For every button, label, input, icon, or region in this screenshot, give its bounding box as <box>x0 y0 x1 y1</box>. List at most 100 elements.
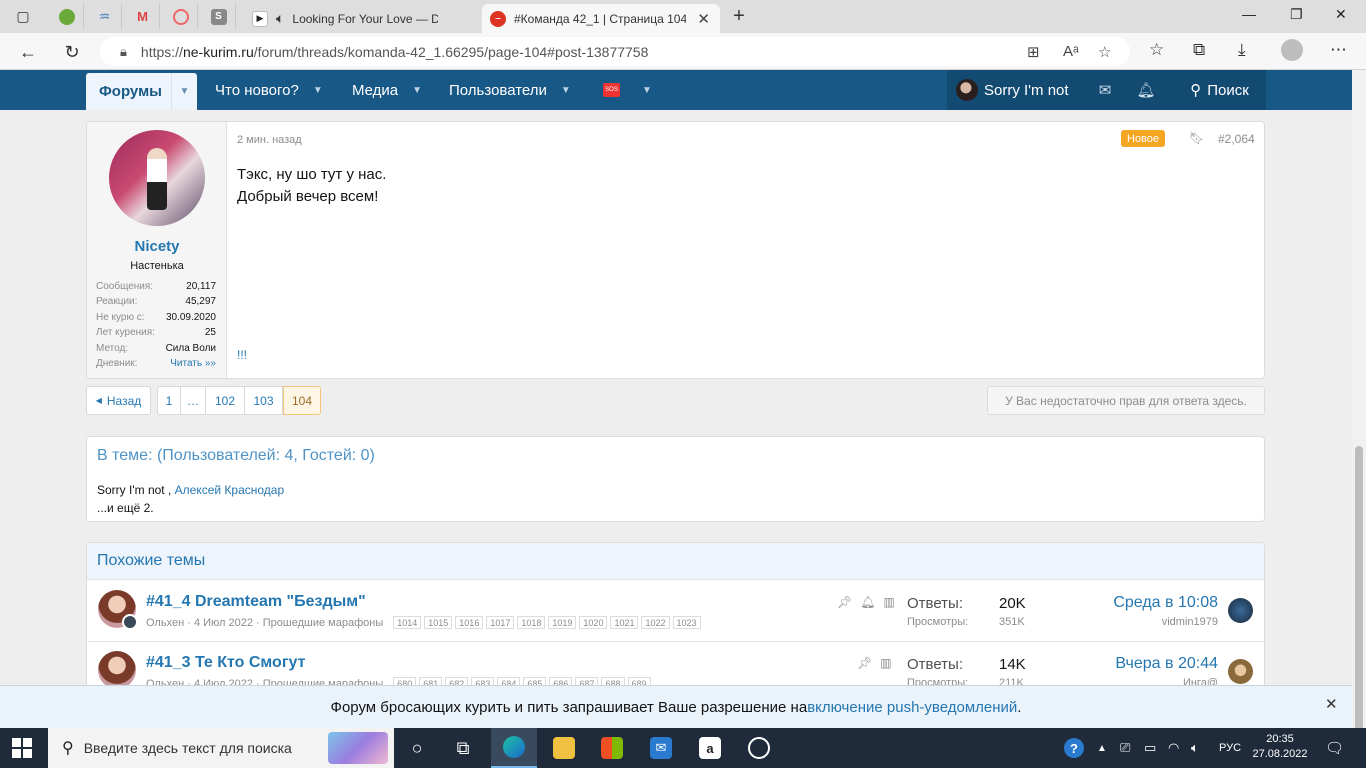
favorites-icon[interactable]: ☆ <box>1149 40 1164 60</box>
amazon-icon[interactable]: a <box>687 728 733 768</box>
taskbar-search[interactable]: ⚲ Введите здесь текст для поиска <box>48 728 394 768</box>
thread-page-link[interactable]: 1019 <box>548 616 577 629</box>
thread-page-link[interactable]: 1022 <box>641 616 670 629</box>
page-back-label: Назад <box>106 393 142 408</box>
thread-page-link[interactable]: 1014 <box>393 616 422 629</box>
thread-author-avatar[interactable] <box>98 651 136 689</box>
thread-page-link[interactable]: 1021 <box>610 616 639 629</box>
read-aloud-icon[interactable]: Aᵃ <box>1063 43 1079 60</box>
cortana-icon[interactable]: ○ <box>394 728 440 768</box>
chevron-down-icon[interactable]: ▼ <box>171 73 197 110</box>
close-notice-icon[interactable]: ✕ <box>1325 695 1338 713</box>
speaker-icon[interactable]: 🔈︎ <box>276 10 284 27</box>
thread-forum[interactable]: Прошедшие марафоны <box>263 617 383 629</box>
thread-last-user[interactable]: vidmin1979 <box>1162 616 1218 628</box>
author-avatar[interactable] <box>109 130 205 226</box>
inbox-icon[interactable]: ✉ <box>1085 70 1125 110</box>
viewer-link[interactable]: Алексей Краснодар <box>175 483 285 497</box>
page-back-button[interactable]: ◀ Назад <box>86 386 151 415</box>
thread-title[interactable]: #41_3 Те Кто Смогут <box>146 654 305 672</box>
downloads-icon[interactable]: ⤓ <box>1238 40 1246 60</box>
pinned-tab-3[interactable]: M <box>126 4 160 29</box>
minimize-icon[interactable]: — <box>1242 6 1256 22</box>
diary-link[interactable]: Читать »» <box>170 356 216 371</box>
close-window-icon[interactable]: ✕ <box>1335 6 1347 23</box>
restore-icon[interactable]: ❐ <box>1290 6 1303 23</box>
nav-search[interactable]: ⚲ Поиск <box>1173 70 1266 110</box>
tab-forum-active[interactable]: – #Команда 42_1 | Страница 104 ✕ <box>482 4 720 33</box>
battery-icon[interactable]: ▭ <box>1144 728 1156 768</box>
nav-whats-new[interactable]: Что нового? ▼ <box>215 70 323 110</box>
meet-icon[interactable]: ⎚ <box>1120 728 1130 768</box>
help-icon[interactable]: ? <box>1064 728 1084 768</box>
thread-page-link[interactable]: 1018 <box>517 616 546 629</box>
task-view-icon[interactable]: ⧉ <box>440 728 486 768</box>
back-icon[interactable]: ← <box>17 41 39 63</box>
thread-author[interactable]: Ольхен <box>146 617 184 629</box>
volume-icon[interactable]: 🔈︎ <box>1191 728 1199 768</box>
push-enable-link[interactable]: включение push-уведомлений <box>807 699 1017 716</box>
thread-page-link[interactable]: 1017 <box>486 616 515 629</box>
thread-date[interactable]: 4 Июл 2022 <box>194 617 253 629</box>
thread-title[interactable]: #41_4 Dreamteam "Бездым" <box>146 593 366 611</box>
chevron-down-icon[interactable]: ▼ <box>412 85 422 96</box>
page-link[interactable]: 1 <box>157 386 181 415</box>
file-explorer-icon[interactable] <box>541 728 587 768</box>
thread-page-link[interactable]: 1023 <box>672 616 701 629</box>
thread-page-link[interactable]: 1016 <box>455 616 484 629</box>
mail-icon[interactable]: ✉ <box>638 728 684 768</box>
page-ellipsis[interactable]: … <box>181 386 206 415</box>
nav-media[interactable]: Медиа ▼ <box>352 70 422 110</box>
thread-last-post-time[interactable]: Вчера в 20:44 <box>1115 655 1218 673</box>
apps-icon[interactable]: ⊞ <box>1027 43 1040 61</box>
bookmark-icon[interactable]: 🔖︎ <box>1189 131 1204 145</box>
author-name[interactable]: Nicety <box>87 238 227 255</box>
thread-page-link[interactable]: 1015 <box>424 616 453 629</box>
profile-avatar[interactable] <box>1281 39 1303 61</box>
windows-start-icon[interactable] <box>12 738 34 758</box>
add-favorite-icon[interactable]: ☆ <box>1098 43 1111 61</box>
last-poster-avatar[interactable] <box>1228 659 1253 684</box>
scrollbar-thumb[interactable] <box>1355 446 1363 768</box>
post-reactions-link[interactable]: !!! <box>237 348 247 362</box>
language-indicator[interactable]: РУС <box>1219 728 1241 768</box>
pinned-tab-4[interactable] <box>164 4 198 29</box>
page-link[interactable]: 103 <box>245 386 283 415</box>
viewer-link[interactable]: Sorry I'm not <box>97 483 165 497</box>
nav-forums[interactable]: Форумы ▼ <box>86 73 197 110</box>
nav-users[interactable]: Пользователи ▼ <box>449 70 571 110</box>
reload-icon[interactable]: ↻ <box>61 41 83 63</box>
pinned-tab-1[interactable] <box>50 4 84 29</box>
pinned-tab-5[interactable]: S <box>202 4 236 29</box>
chevron-up-icon[interactable]: ▲ <box>1097 728 1107 768</box>
new-tab-icon[interactable]: + <box>728 5 750 27</box>
thread-author-avatar[interactable] <box>98 590 138 630</box>
vpn-app-icon[interactable] <box>736 728 782 768</box>
notifications-icon[interactable]: 🗨︎ <box>1325 728 1344 768</box>
site-favicon-icon: – <box>490 10 506 27</box>
settings-menu-icon[interactable]: ⋯ <box>1330 40 1347 60</box>
chevron-down-icon[interactable]: ▼ <box>642 85 652 96</box>
page-scrollbar[interactable] <box>1352 70 1366 768</box>
tab-actions-icon[interactable]: ▢ <box>12 6 34 26</box>
bell-icon[interactable]: 🔔︎ <box>1126 70 1166 110</box>
store-icon[interactable] <box>589 728 635 768</box>
thread-page-link[interactable]: 1020 <box>579 616 608 629</box>
page-current[interactable]: 104 <box>283 386 321 415</box>
taskbar-clock[interactable]: 20:35 27.08.2022 <box>1252 732 1308 762</box>
thread-last-post-time[interactable]: Среда в 10:08 <box>1113 594 1218 612</box>
chevron-down-icon[interactable]: ▼ <box>561 85 571 96</box>
close-tab-icon[interactable]: ✕ <box>697 10 710 28</box>
edge-icon[interactable] <box>491 728 537 768</box>
chevron-down-icon[interactable]: ▼ <box>313 85 323 96</box>
url-field[interactable]: 🔒︎ https://ne-kurim.ru/forum/threads/kom… <box>100 37 1130 66</box>
post-time[interactable]: 2 мин. назад <box>237 134 302 146</box>
last-poster-avatar[interactable] <box>1228 598 1253 623</box>
pinned-tab-2[interactable]: ♒ <box>88 4 122 29</box>
post-number[interactable]: #2,064 <box>1218 132 1255 146</box>
wifi-icon[interactable]: ◠ <box>1168 728 1179 768</box>
collections-icon[interactable]: ⧉ <box>1193 40 1205 60</box>
tab-music[interactable]: ▶ 🔈︎ Looking For Your Love — D <box>244 4 481 33</box>
nav-sos[interactable]: SOS ▼ <box>603 70 652 110</box>
page-link[interactable]: 102 <box>206 386 245 415</box>
